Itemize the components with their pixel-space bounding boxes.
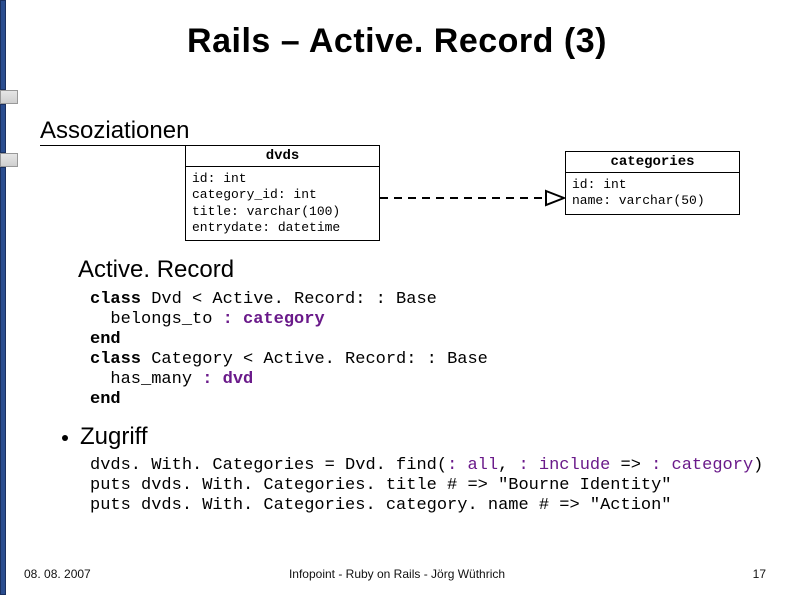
- table-categories: categories id: int name: varchar(50): [565, 151, 740, 215]
- section-activerecord: Active. Record: [78, 256, 234, 284]
- left-decor-strip: [0, 0, 18, 595]
- code-access-example: dvds. With. Categories = Dvd. find(: all…: [90, 456, 788, 516]
- code-model-definitions: class Dvd < Active. Record: : Base belon…: [90, 290, 788, 410]
- footer-center: Infopoint - Ruby on Rails - Jörg Wüthric…: [0, 567, 794, 581]
- table-dvds-cols: id: int category_id: int title: varchar(…: [185, 167, 380, 241]
- table-categories-name: categories: [565, 151, 740, 173]
- association-arrow: [380, 189, 566, 207]
- bullet-icon: [62, 435, 68, 441]
- table-dvds: dvds id: int category_id: int title: var…: [185, 145, 380, 241]
- section-assoziationen: Assoziationen: [40, 117, 189, 145]
- section-zugriff: Zugriff: [62, 423, 148, 451]
- underline: [40, 145, 192, 146]
- slide-title: Rails – Active. Record (3): [0, 22, 794, 61]
- table-dvds-name: dvds: [185, 145, 380, 167]
- table-categories-cols: id: int name: varchar(50): [565, 173, 740, 215]
- footer-page-number: 17: [753, 567, 766, 581]
